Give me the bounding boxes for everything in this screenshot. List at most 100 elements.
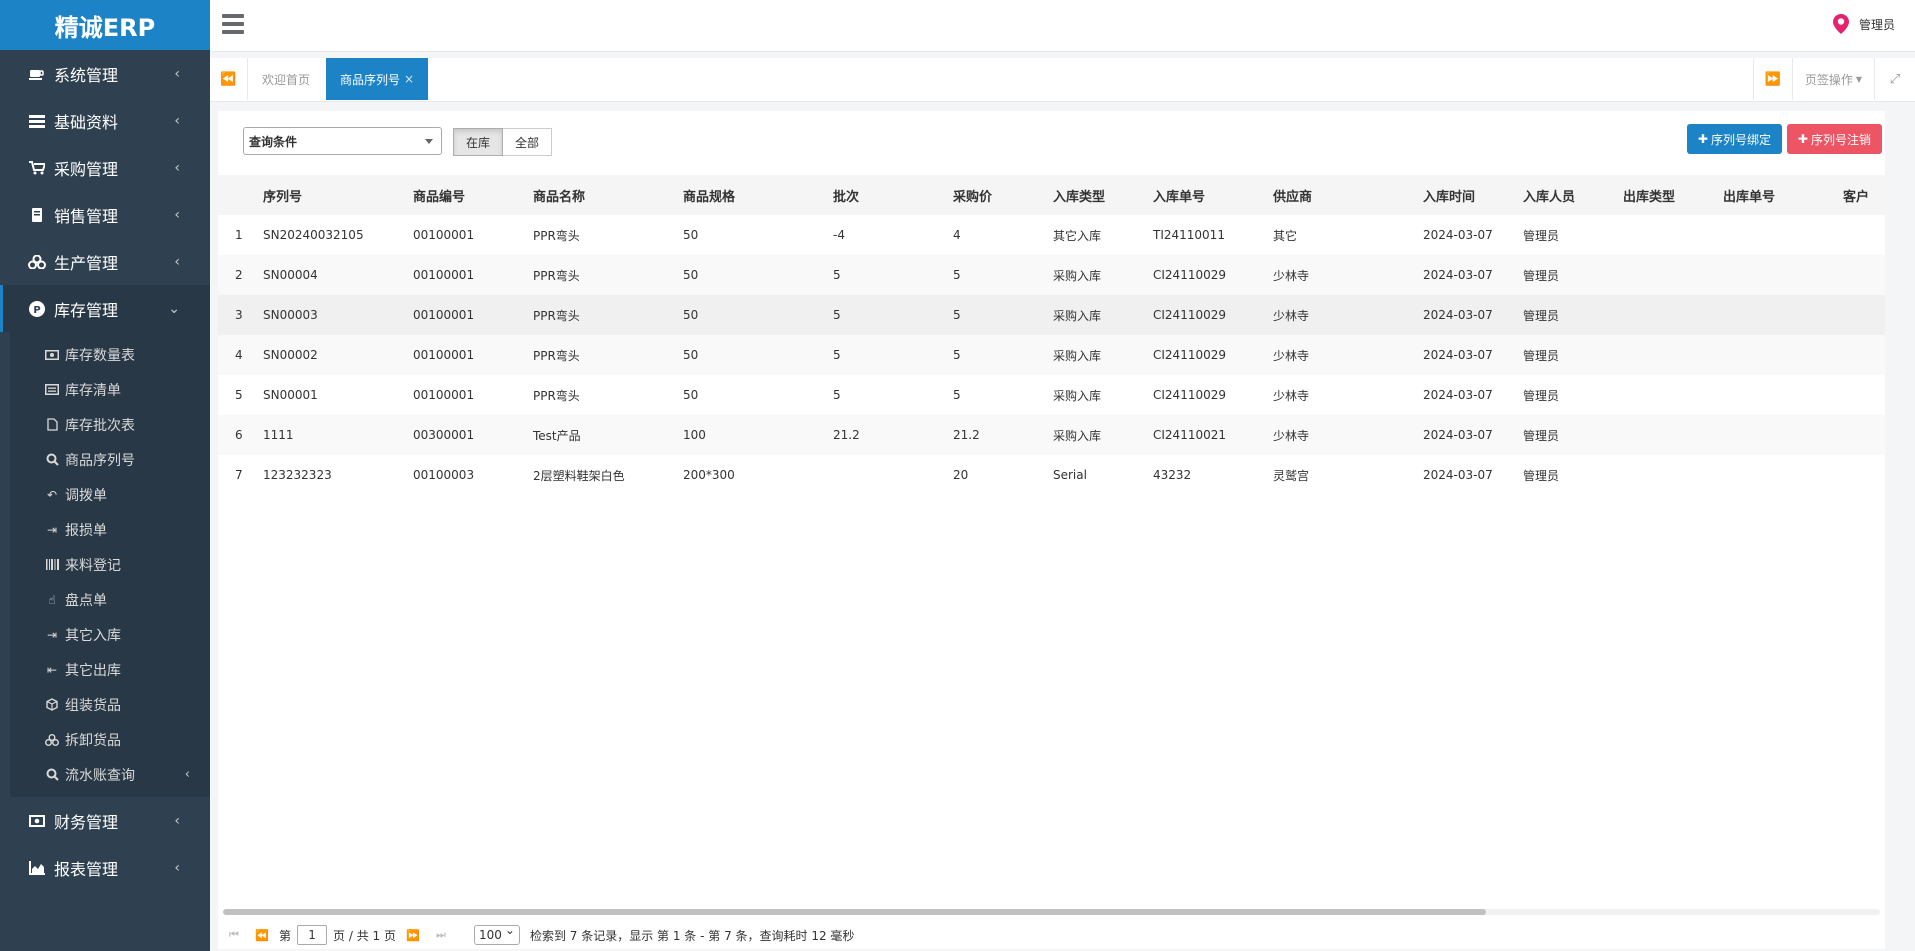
table-cell: 00100003 [413,468,475,482]
table-cell: 200*300 [683,468,735,482]
submenu-item-transfer[interactable]: ↶ 调拨单 [10,477,210,512]
sidebar-item-inventory[interactable]: P 库存管理 ⌄ [0,285,210,332]
table-cell: 2024-03-07 [1423,415,1523,455]
prev-page-button[interactable]: ⏪ [251,925,273,945]
table-row[interactable]: 1 SN20240032105 00100001 PPR弯头 50 -4 4 其它入库 TI24… [218,215,1885,255]
main-content: 查询条件 在库 全部 ✚ 序列号绑定 ✚ 序列号注销 序列号 商品编号 商品名称 商… [218,111,1885,949]
horizontal-scrollbar[interactable] [223,909,1880,915]
table-cell: 5 [833,335,953,375]
page-number-input[interactable]: 1 [297,925,328,945]
column-header[interactable]: 商品名称 [533,175,683,215]
submenu-item-stock-batch[interactable]: 库存批次表 [10,407,210,442]
table-row[interactable]: 2 SN00004 00100001 PPR弯头 50 5 5 采购入库 CI24110029 少… [218,255,1885,295]
table-cell [1623,455,1723,495]
tab-scroll-left-button[interactable]: ⏪ [210,58,248,100]
table-cell: 50 [683,255,833,295]
app-logo[interactable]: 精诚ERP [0,0,210,50]
submenu-item-other-in[interactable]: ⇥ 其它入库 [10,617,210,652]
column-header[interactable]: 入库人员 [1523,175,1623,215]
submenu-item-stock-quantity[interactable]: 库存数量表 [10,337,210,372]
user-menu[interactable]: 管理员 [1832,14,1895,34]
column-header[interactable]: 出库类型 [1623,175,1723,215]
table-cell [1623,415,1723,455]
submenu-item-assemble[interactable]: 组装货品 [10,687,210,722]
plus-icon: ✚ [1697,132,1708,146]
sidebar-item-basic-data[interactable]: 基础资料 ‹ [0,97,210,144]
table-cell: CI24110021 [1153,415,1273,455]
column-header[interactable]: 入库时间 [1423,175,1523,215]
table-cell [1623,255,1723,295]
submenu-item-label: 报损单 [65,522,107,539]
fullscreen-button[interactable]: ⤢ [1875,58,1915,100]
table-cell: 2024-03-07 [1423,468,1493,482]
sidebar-item-system[interactable]: 系统管理 ‹ [0,50,210,97]
table-row[interactable]: 6 1111 00300001 Test产品 100 21.2 21.2 采购入库 CI2411… [218,415,1885,455]
sidebar-item-label: 生产管理 [54,253,119,273]
column-header-index [218,175,263,215]
in-stock-button[interactable]: 在库 [453,128,504,156]
column-header[interactable]: 批次 [833,175,953,215]
table-row[interactable]: 5 SN00001 00100001 PPR弯头 50 5 5 采购入库 CI24110029 少… [218,375,1885,415]
file-icon [45,418,59,431]
row-index: 6 [218,415,263,455]
hand-icon: ☝ [48,592,56,607]
column-header[interactable]: 入库单号 [1153,175,1273,215]
sidebar-item-label: 报表管理 [54,859,119,879]
table-cell: SN00004 [263,255,413,295]
sidebar-item-reports[interactable]: 报表管理 ‹ [0,844,210,891]
next-page-button[interactable]: ⏩ [402,925,424,945]
all-button[interactable]: 全部 [503,128,553,156]
submenu-item-disassemble[interactable]: 拆卸货品 [10,722,210,757]
table-cell: Serial [1053,468,1087,482]
menu-toggle-icon[interactable] [222,14,244,34]
submenu-item-serial-number[interactable]: 商品序列号 [10,442,210,477]
tab-operations-dropdown[interactable]: 页签操作 ▼ [1793,58,1875,100]
submenu-item-stock-list[interactable]: 库存清单 [10,372,210,407]
last-page-button[interactable]: ⏭ [430,925,452,945]
column-header[interactable]: 商品编号 [413,175,533,215]
column-header[interactable]: 采购价 [953,175,1053,215]
submenu-item-incoming[interactable]: 来料登记 [10,547,210,582]
tab-serial-number[interactable]: 商品序列号 × [326,58,429,100]
table-cell: 00100001 [413,335,533,375]
column-header[interactable]: 入库类型 [1053,175,1153,215]
submenu-item-stocktake[interactable]: ☝ 盘点单 [10,582,210,617]
table-cell [1623,215,1723,255]
close-icon[interactable]: × [404,72,414,86]
column-header[interactable]: 客户 [1843,175,1885,215]
search-icon [45,453,59,466]
table-row[interactable]: 7 123232323 00100003 2层塑料鞋架白色 200*300 20 Seria… [218,455,1885,495]
first-page-button[interactable]: ⏮ [223,925,245,945]
tab-scroll-right-button[interactable]: ⏩ [1753,58,1793,100]
serial-cancel-button[interactable]: ✚ 序列号注销 [1786,124,1882,154]
table-cell: 采购入库 [1053,295,1153,335]
table-cell [1723,295,1843,335]
sidebar-item-finance[interactable]: 财务管理 ‹ [0,797,210,844]
table-cell: 2024-03-07 [1423,228,1493,242]
submenu-item-label: 其它入库 [65,627,121,644]
serial-bind-button[interactable]: ✚ 序列号绑定 [1686,124,1782,154]
table-cell: 00300001 [413,415,533,455]
column-header[interactable]: 商品规格 [683,175,833,215]
sidebar-item-sales[interactable]: 销售管理 ‹ [0,191,210,238]
table-row[interactable]: 4 SN00002 00100001 PPR弯头 50 5 5 采购入库 CI24110029 少… [218,335,1885,375]
submenu-item-label: 其它出库 [65,662,121,679]
table-cell: SN00003 [263,295,413,335]
table-cell [1723,375,1843,415]
submenu-item-label: 调拨单 [65,487,107,504]
submenu-item-ledger-query[interactable]: 流水账查询 ‹ [10,757,210,792]
page-size-select[interactable]: 100 [473,923,520,945]
column-header[interactable]: 供应商 [1273,175,1423,215]
submenu-item-other-out[interactable]: ⇤ 其它出库 [10,652,210,687]
tab-home[interactable]: 欢迎首页 [248,58,324,100]
column-header[interactable]: 出库单号 [1723,175,1843,215]
table-cell: 2层塑料鞋架白色 [533,468,625,483]
query-condition-select[interactable]: 查询条件 [243,127,442,155]
submenu-item-loss-report[interactable]: ⇥ 报损单 [10,512,210,547]
scrollbar-thumb[interactable] [223,909,1486,915]
table-row[interactable]: 3 SN00003 00100001 PPR弯头 50 5 5 采购入库 CI24110029 少… [218,295,1885,335]
sidebar-item-production[interactable]: 生产管理 ‹ [0,238,210,285]
table-cell: 43232 [1153,468,1192,482]
column-header[interactable]: 序列号 [263,175,413,215]
sidebar-item-purchase[interactable]: 采购管理 ‹ [0,144,210,191]
